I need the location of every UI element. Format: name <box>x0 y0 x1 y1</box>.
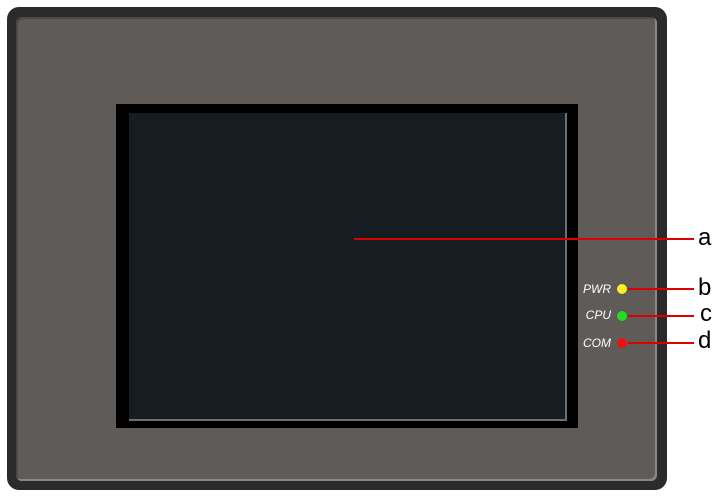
callout-b: b <box>698 274 712 301</box>
callout-d: d <box>698 327 712 354</box>
callout-a: a <box>698 224 712 251</box>
callout-leader-lines <box>354 238 694 344</box>
callout-c: c <box>700 300 712 327</box>
